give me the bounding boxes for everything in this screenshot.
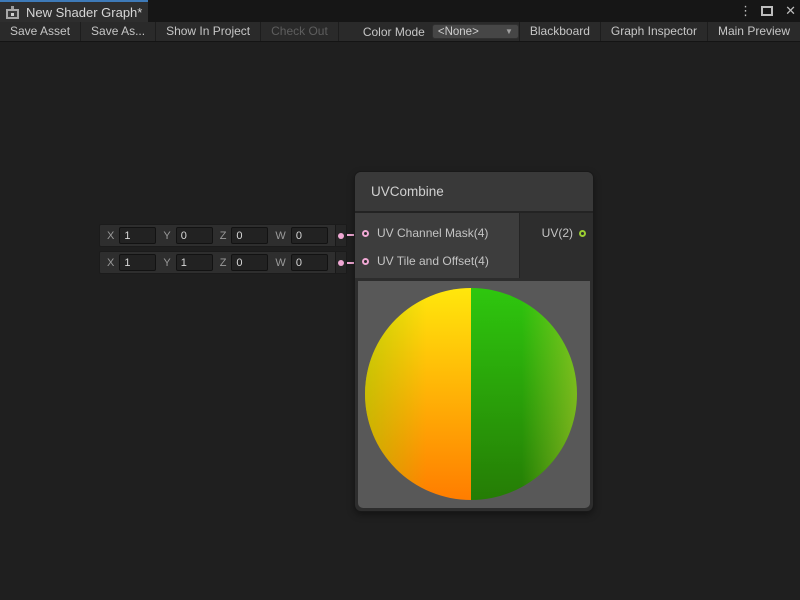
input-port-row: UV Channel Mask(4) — [355, 219, 519, 247]
graph-canvas[interactable]: X Y Z W — [0, 43, 800, 600]
chevron-down-icon: ▼ — [505, 27, 513, 36]
x-label: X — [107, 257, 114, 269]
show-in-project-button[interactable]: Show In Project — [156, 22, 261, 41]
node-title: UVCombine — [355, 172, 593, 213]
w-label: W — [275, 257, 285, 269]
check-out-button[interactable]: Check Out — [261, 22, 339, 41]
node-uvcombine[interactable]: UVCombine UV Channel Mask(4) UV Tile and… — [355, 172, 593, 511]
vector4-input-row-1: X Y Z W — [99, 224, 347, 247]
input-port-label: UV Channel Mask(4) — [377, 226, 488, 240]
y-label: Y — [163, 230, 170, 242]
vector4-fields: X Y Z W — [100, 225, 335, 246]
port-dot-icon — [338, 233, 344, 239]
z-label: Z — [220, 230, 227, 242]
vector4-input-row-2: X Y Z W — [99, 251, 347, 274]
z-label: Z — [220, 257, 227, 269]
node-input-ports: UV Channel Mask(4) UV Tile and Offset(4) — [355, 213, 519, 278]
main-preview-button[interactable]: Main Preview — [707, 22, 800, 41]
output-port-row: UV(2) — [520, 219, 593, 247]
port-dot-icon — [338, 260, 344, 266]
save-as-button[interactable]: Save As... — [81, 22, 156, 41]
node-port-area: UV Channel Mask(4) UV Tile and Offset(4)… — [355, 213, 593, 278]
w-field[interactable] — [291, 227, 328, 244]
z-field[interactable] — [231, 254, 268, 271]
vector4-output-port[interactable] — [335, 225, 346, 246]
tab-new-shader-graph[interactable]: New Shader Graph* — [0, 0, 148, 22]
node-preview — [355, 278, 593, 511]
color-mode-dropdown[interactable]: <None> ▼ — [432, 24, 519, 39]
preview-sphere — [365, 288, 577, 500]
w-label: W — [275, 230, 285, 242]
y-label: Y — [163, 257, 170, 269]
color-mode-label: Color Mode — [363, 25, 432, 39]
preview-surface — [358, 281, 590, 508]
graph-inspector-button[interactable]: Graph Inspector — [600, 22, 707, 41]
vector4-output-port[interactable] — [335, 252, 346, 273]
output-port-icon[interactable] — [579, 230, 586, 237]
save-asset-button[interactable]: Save Asset — [0, 22, 81, 41]
shader-graph-window: New Shader Graph* ⋮ ✕ Save Asset Save As… — [0, 0, 800, 600]
input-port-label: UV Tile and Offset(4) — [377, 254, 489, 268]
y-field[interactable] — [176, 227, 213, 244]
maximize-icon[interactable] — [761, 6, 773, 16]
x-field[interactable] — [119, 227, 156, 244]
tab-title: New Shader Graph* — [26, 5, 142, 20]
color-mode-value: <None> — [438, 26, 479, 38]
tab-bar: New Shader Graph* ⋮ ✕ — [0, 0, 800, 22]
input-port-icon[interactable] — [362, 258, 369, 265]
shader-graph-icon — [6, 7, 19, 19]
output-port-label: UV(2) — [542, 226, 573, 240]
x-field[interactable] — [119, 254, 156, 271]
toolbar: Save Asset Save As... Show In Project Ch… — [0, 22, 800, 42]
preview-sphere-left-half — [365, 288, 471, 500]
input-port-row: UV Tile and Offset(4) — [355, 247, 519, 275]
close-icon[interactable]: ✕ — [785, 3, 796, 19]
x-label: X — [107, 230, 114, 242]
input-port-icon[interactable] — [362, 230, 369, 237]
toolbar-right-group: Blackboard Graph Inspector Main Preview — [519, 22, 800, 41]
y-field[interactable] — [176, 254, 213, 271]
blackboard-button[interactable]: Blackboard — [519, 22, 600, 41]
vector4-fields: X Y Z W — [100, 252, 335, 273]
kebab-menu-icon[interactable]: ⋮ — [739, 3, 749, 19]
w-field[interactable] — [291, 254, 328, 271]
window-controls: ⋮ ✕ — [739, 0, 796, 22]
z-field[interactable] — [231, 227, 268, 244]
node-output-ports: UV(2) — [519, 213, 593, 278]
preview-sphere-right-half — [471, 288, 577, 500]
